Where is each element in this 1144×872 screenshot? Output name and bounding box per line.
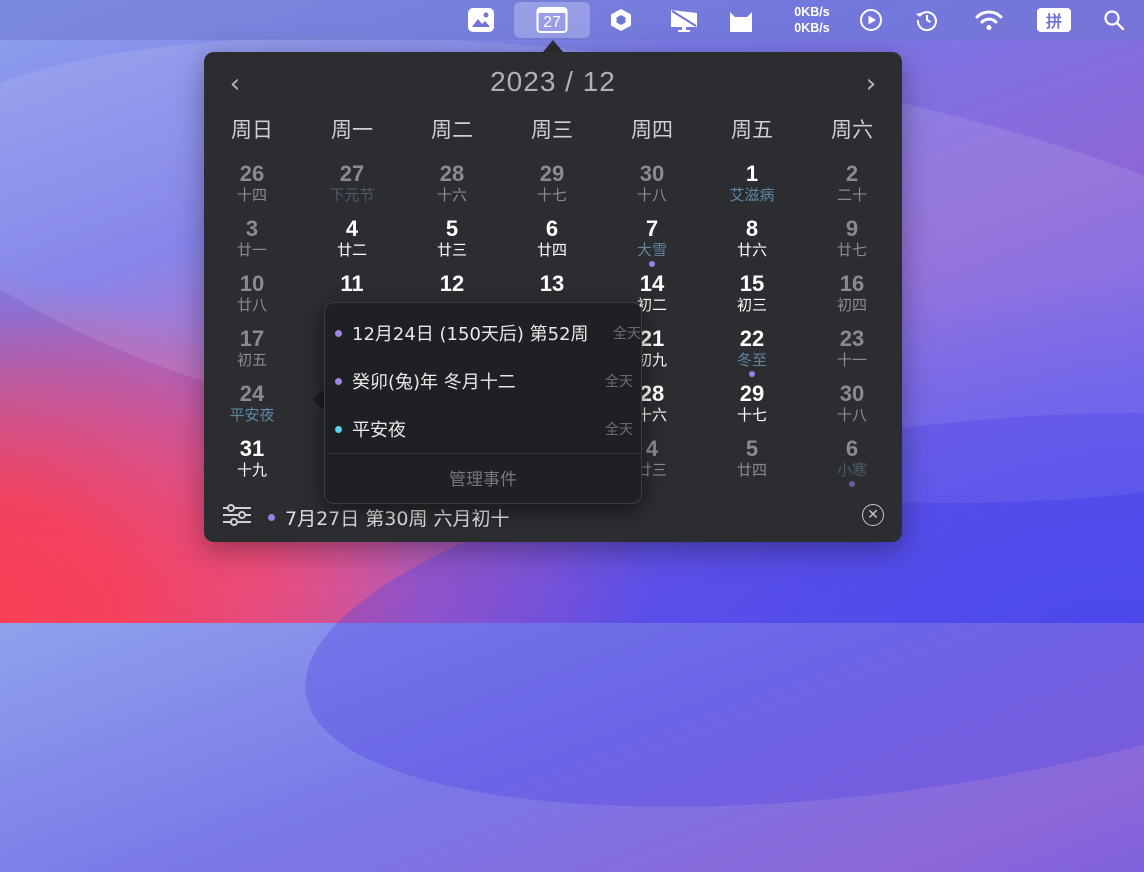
weekday-header: 周三 [531,118,573,142]
hexagon-icon[interactable] [606,0,636,40]
day-cell[interactable]: 29 十七 [702,382,802,437]
day-cell[interactable]: 10 廿八 [202,272,302,327]
settings-sliders-icon[interactable] [222,503,252,531]
day-cell[interactable]: 28 十六 [402,162,502,217]
calendar-menubar-button[interactable]: 27 [514,2,590,38]
chevron-right-icon: › [865,69,877,99]
day-cell[interactable]: 30 十八 [802,382,902,437]
input-method-label: 拼 [1037,8,1071,32]
day-cell[interactable]: 6 廿四 [502,217,602,272]
day-cell[interactable]: 31 十九 [202,437,302,492]
day-cell[interactable]: 15 初三 [702,272,802,327]
event-title: 癸卯(兔)年 冬月十二 [352,372,516,393]
day-cell[interactable]: 17 初五 [202,327,302,382]
display-icon[interactable] [666,0,702,40]
event-allday: 全天 [613,326,641,342]
search-icon[interactable] [1100,0,1128,40]
weekday-header: 周四 [631,118,673,142]
day-cell[interactable]: 27 下元节 [302,162,402,217]
event-item[interactable]: 平安夜 全天 [333,409,633,449]
day-cell[interactable]: 7 大雪 [602,217,702,272]
network-speed[interactable]: 0KB/s 0KB/s [784,0,840,40]
weekday-header: 周二 [431,118,473,142]
day-cell[interactable]: 5 廿四 [702,437,802,492]
weekday-header: 周五 [731,118,773,142]
event-popover: 12月24日 (150天后) 第52周 全天 癸卯(兔)年 冬月十二 全天 平安… [324,302,642,504]
month-title: 2023 / 12 [490,66,616,97]
net-download: 0KB/s [794,21,830,35]
day-cell[interactable]: 2 二十 [802,162,902,217]
today-summary[interactable]: 7月27日 第30周 六月初十 [285,504,510,531]
event-allday: 全天 [605,374,633,390]
day-cell[interactable]: 16 初四 [802,272,902,327]
day-cell[interactable]: 8 廿六 [702,217,802,272]
weekday-header: 周一 [331,118,373,142]
close-icon[interactable]: ✕ [862,504,884,526]
calendar-day-number: 27 [543,14,561,31]
cat-icon[interactable] [724,0,758,40]
day-cell[interactable]: 4 廿二 [302,217,402,272]
event-dot [849,481,855,487]
today-dot [268,513,275,521]
event-item[interactable]: 12月24日 (150天后) 第52周 全天 [333,313,641,353]
day-cell[interactable]: 5 廿三 [402,217,502,272]
divider [325,453,641,454]
day-cell[interactable]: 3 廿一 [202,217,302,272]
day-cell[interactable]: 9 廿七 [802,217,902,272]
next-month-button[interactable]: › [856,64,886,104]
weekday-header: 周六 [831,118,873,142]
play-icon[interactable] [856,0,886,40]
weekday-header: 周日 [231,118,273,142]
day-cell[interactable]: 22 冬至 [702,327,802,382]
event-title: 平安夜 [352,420,406,441]
wifi-icon[interactable] [972,0,1006,40]
day-cell[interactable]: 29 十七 [502,162,602,217]
day-cell[interactable]: 1 艾滋病 [702,162,802,217]
day-cell[interactable]: 6 小寒 [802,437,902,492]
event-item[interactable]: 癸卯(兔)年 冬月十二 全天 [333,361,633,401]
input-method-indicator[interactable]: 拼 [1036,0,1072,40]
day-cell-selected[interactable]: 24 平安夜 [202,382,302,437]
event-dot [649,261,655,267]
event-allday: 全天 [605,422,633,438]
day-cell[interactable]: 26 十四 [202,162,302,217]
event-color-dot [335,425,342,433]
day-cell[interactable]: 23 十一 [802,327,902,382]
event-dot [749,371,755,377]
net-upload: 0KB/s [794,5,830,19]
day-cell[interactable]: 30 十八 [602,162,702,217]
manage-events-button[interactable]: 管理事件 [325,465,641,490]
time-machine-icon[interactable] [912,0,942,40]
calendar-footer: 7月27日 第30周 六月初十 [222,502,510,532]
photos-icon[interactable] [464,0,498,40]
popup-caret [543,40,563,52]
event-title: 12月24日 (150天后) 第52周 [352,324,589,345]
event-color-dot [335,377,342,385]
menu-bar: 27 0KB/s 0KB/s 拼 [0,0,1144,40]
event-color-dot [335,329,342,337]
